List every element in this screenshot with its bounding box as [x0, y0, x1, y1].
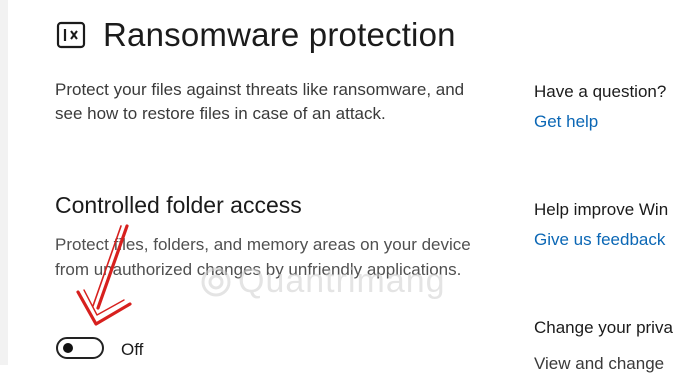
watermark-logo-icon	[201, 267, 231, 296]
have-a-question-heading: Have a question?	[534, 82, 667, 101]
red-arrow-annotation-icon	[76, 224, 132, 326]
controlled-folder-access-title: Controlled folder access	[55, 192, 302, 218]
toggle-state-label: Off	[121, 340, 144, 359]
watermark: Quantrimang	[200, 262, 446, 301]
page-header: Ransomware protection	[56, 16, 456, 54]
view-and-change-text: View and change	[534, 354, 665, 373]
left-nav-strip	[0, 0, 8, 365]
help-improve-heading: Help improve Win	[534, 200, 669, 219]
change-privacy-heading: Change your priva	[534, 318, 673, 337]
help-section: Have a question? Get help	[534, 82, 666, 132]
get-help-link[interactable]: Get help	[534, 112, 666, 132]
controlled-folder-access-toggle[interactable]	[56, 337, 104, 359]
toggle-knob	[63, 343, 73, 353]
intro-text: Protect your files against threats like …	[55, 80, 465, 123]
page-title: Ransomware protection	[103, 16, 456, 53]
privacy-section: Change your priva View and change	[534, 318, 673, 374]
give-feedback-link[interactable]: Give us feedback	[534, 230, 668, 250]
watermark-text: Quantrimang	[238, 262, 446, 300]
ransomware-shield-icon	[56, 21, 86, 49]
feedback-section: Help improve Win Give us feedback	[534, 200, 668, 250]
